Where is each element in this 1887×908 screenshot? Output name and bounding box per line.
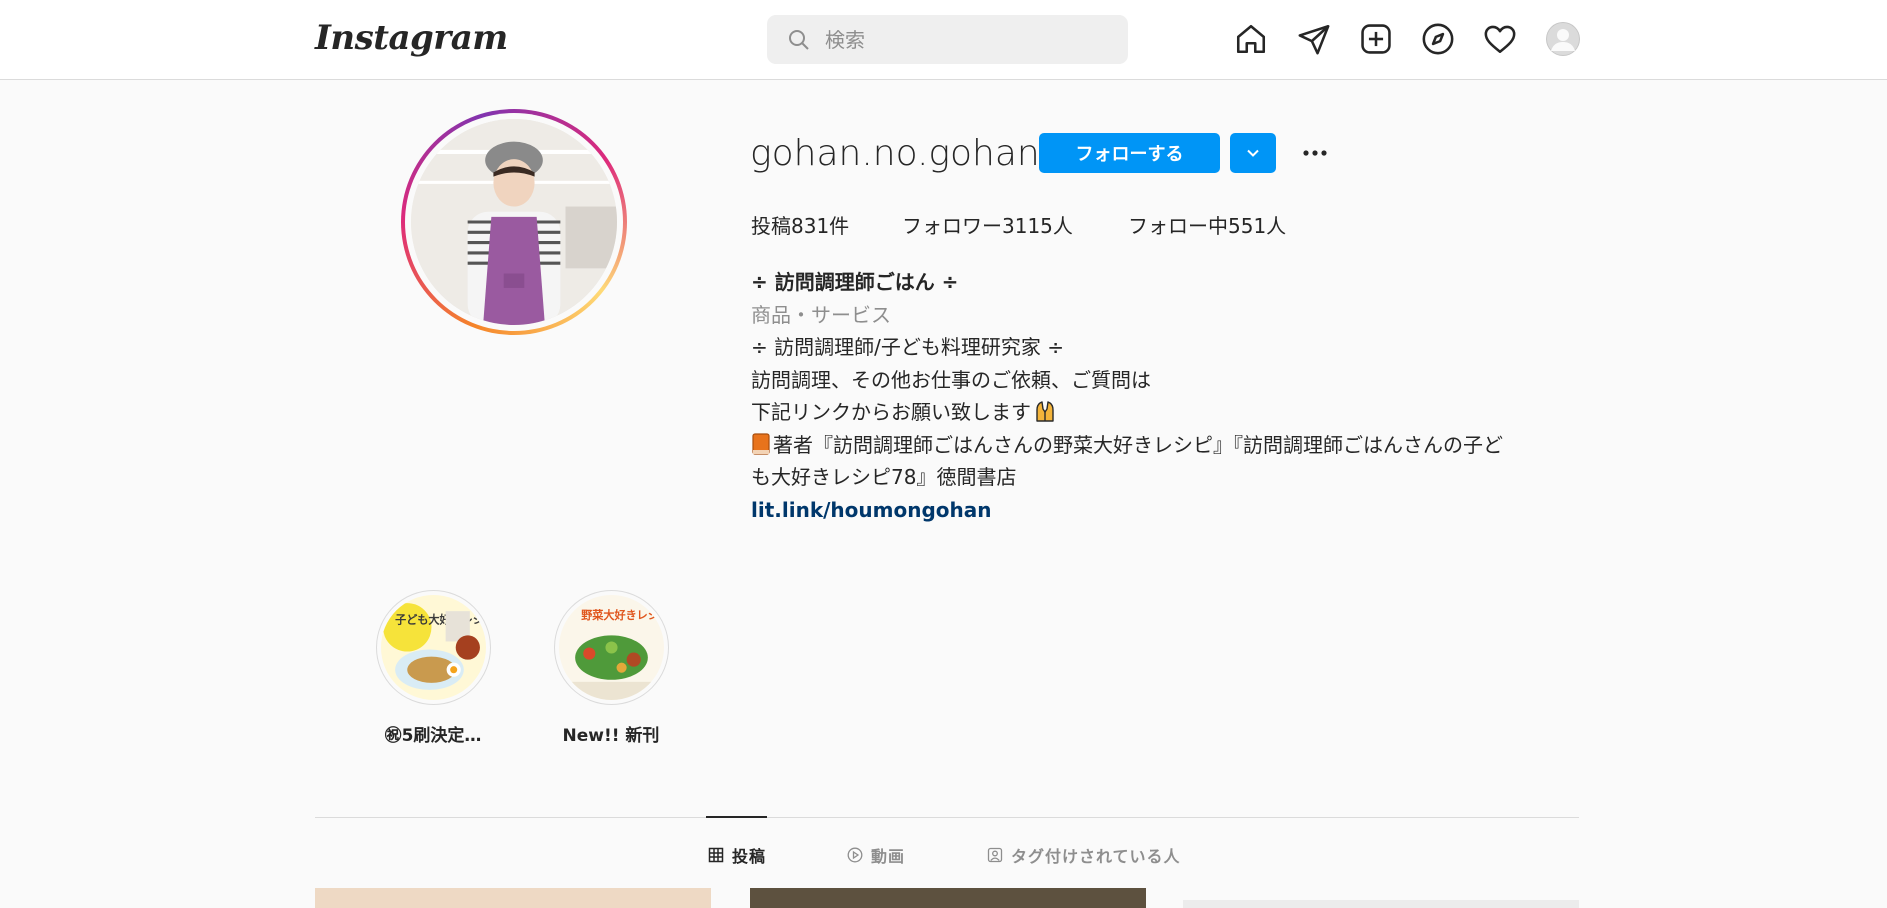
profile-picture-story-ring[interactable] [401, 109, 627, 335]
instagram-logo[interactable]: Instagram [315, 18, 508, 58]
explore-icon[interactable] [1421, 22, 1455, 56]
follow-button[interactable]: フォローする [1039, 133, 1220, 173]
new-post-icon[interactable] [1359, 22, 1393, 56]
search-input[interactable] [825, 15, 1115, 64]
user-silhouette-icon [1546, 22, 1580, 56]
bio-line-with-emoji: 下記リンクからお願い致します [751, 396, 1581, 429]
top-navigation-bar: Instagram [0, 0, 1887, 80]
profile-username: gohan.no.gohan [750, 133, 1040, 174]
suggested-accounts-dropdown-button[interactable] [1230, 133, 1276, 173]
tab-tagged[interactable]: タグ付けされている人 [987, 843, 1181, 867]
more-horizontal-icon [1303, 150, 1327, 156]
story-highlight[interactable]: 野菜大好きレシピ New!! 新刊 [546, 590, 676, 746]
profile-avatar[interactable] [1546, 22, 1580, 56]
grid-icon [708, 847, 724, 863]
search-box[interactable] [767, 15, 1128, 64]
highlight-label: ㊗5刷決定… [384, 726, 482, 746]
direct-message-icon[interactable] [1297, 22, 1331, 56]
bio-display-name: ÷ 訪問調理師ごはん ÷ [751, 270, 959, 294]
orange-book-emoji-icon [752, 432, 770, 455]
highlight-label: New!! 新刊 [562, 726, 660, 746]
bio-line: 著者『訪問調理師ごはんさんの野菜大好きレシピ』『訪問調理師ごはんさんの子ど [773, 432, 1503, 457]
active-tab-indicator [706, 816, 767, 818]
tab-label: タグ付けされている人 [1011, 847, 1181, 866]
tab-label: 投稿 [732, 847, 767, 866]
search-icon [789, 30, 809, 50]
story-highlight[interactable]: 子ども大好きレシピ ㊗5刷決定… [368, 590, 498, 746]
post-thumbnail[interactable] [750, 888, 1146, 908]
post-thumbnail[interactable] [1183, 900, 1579, 908]
highlight-cover-text: 子ども大好きレシピ [395, 612, 486, 626]
tab-posts[interactable]: 投稿 [708, 843, 766, 867]
bio-line-with-emoji: 著者『訪問調理師ごはんさんの野菜大好きレシピ』『訪問調理師ごはんさんの子ど [751, 429, 1581, 462]
tab-label: 動画 [871, 847, 906, 866]
bio-line: も大好きレシピ78』徳間書店 [751, 465, 1017, 489]
activity-heart-icon[interactable] [1483, 22, 1517, 56]
bio-line: ÷ 訪問調理師/子ども料理研究家 ÷ [751, 335, 1064, 359]
bio-line: 下記リンクからお願い致します [751, 400, 1031, 424]
chevron-down-icon [1247, 149, 1259, 157]
tabs-divider [315, 817, 1579, 818]
followers-count[interactable]: フォロワー3115人 [902, 210, 1073, 239]
posts-count: 投稿831件 [751, 214, 850, 238]
profile-picture [411, 119, 617, 325]
home-icon[interactable] [1234, 22, 1268, 56]
post-thumbnail[interactable] [315, 888, 711, 908]
bio-line: 訪問調理、その他お仕事のご依頼、ご質問は [751, 367, 1151, 392]
bio-external-link[interactable]: lit.link/houmongohan [751, 494, 1581, 527]
more-options-button[interactable] [1300, 138, 1330, 168]
following-count[interactable]: フォロー中551人 [1128, 210, 1286, 239]
play-circle-icon [847, 847, 863, 863]
raising-hands-emoji-icon [1036, 401, 1054, 422]
profile-bio: ÷ 訪問調理師ごはん ÷ 商品・サービス ÷ 訪問調理師/子ども料理研究家 ÷ … [751, 266, 1581, 526]
highlight-cover-image: 子ども大好きレシピ [380, 595, 486, 700]
bio-category: 商品・サービス [751, 302, 891, 327]
highlight-cover-image: 野菜大好きレシピ [558, 595, 664, 700]
tagged-person-icon [987, 847, 1003, 863]
highlight-cover-text: 野菜大好きレシピ [581, 608, 664, 622]
tab-reels[interactable]: 動画 [847, 843, 905, 867]
